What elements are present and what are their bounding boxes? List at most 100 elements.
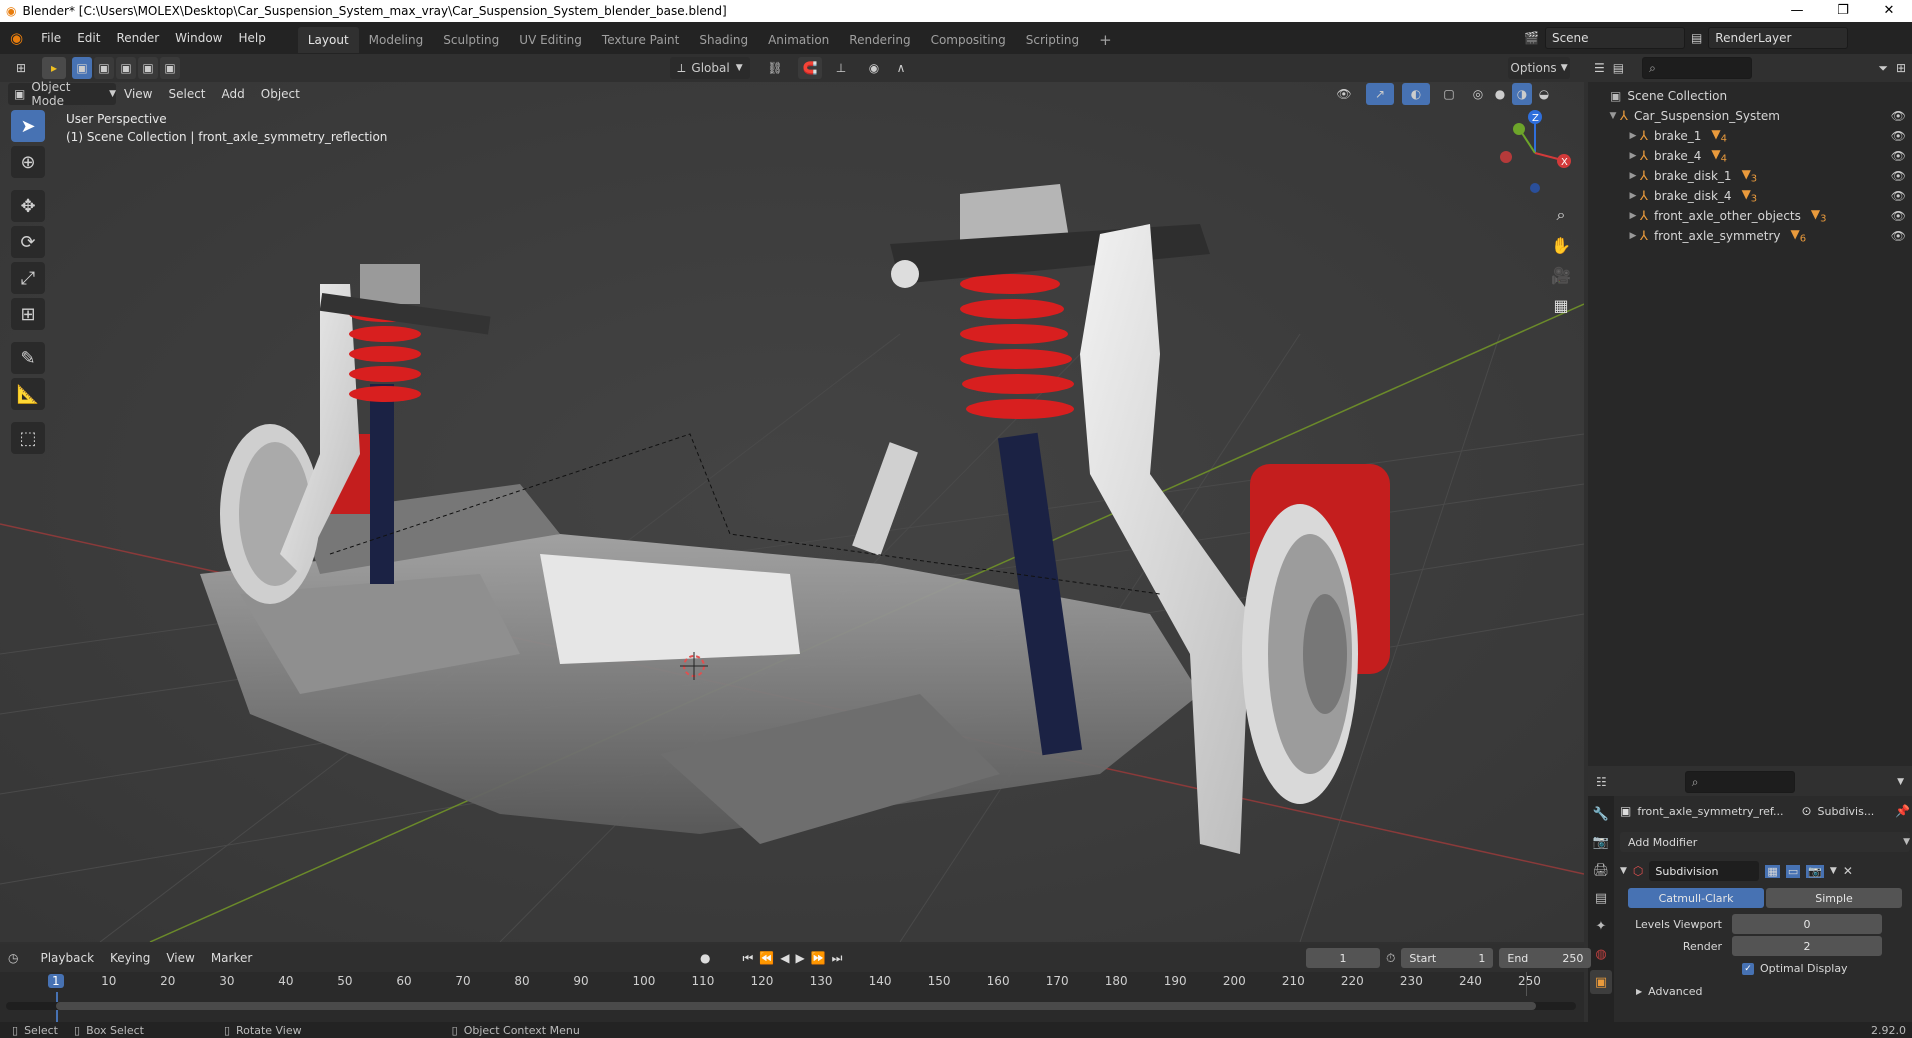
close-icon[interactable]: ✕ (1866, 0, 1912, 22)
eye-icon[interactable]: 👁 (1891, 169, 1906, 183)
rendered-shading-icon[interactable]: ◒ (1534, 83, 1554, 105)
material-shading-icon[interactable]: ◑ (1512, 83, 1532, 105)
navigation-gizmo[interactable]: Z X (1490, 108, 1580, 198)
properties-search-input[interactable]: ⌕ (1684, 771, 1795, 793)
menu-file[interactable]: File (33, 22, 69, 54)
move-tool-icon[interactable]: ✥ (11, 190, 45, 222)
expand-closed-icon[interactable]: ▶ (1626, 211, 1640, 221)
eye-icon[interactable]: 👁 (1891, 149, 1906, 163)
3d-viewport[interactable]: User Perspective (1) Scene Collection | … (0, 54, 1584, 942)
chevron-down-icon[interactable]: ▼ (1897, 777, 1904, 787)
menu-select[interactable]: Select (160, 82, 213, 106)
next-keyframe-icon[interactable]: ⏩ (811, 951, 826, 965)
blender-menu-icon[interactable]: ◉ (0, 29, 33, 47)
tab-layout[interactable]: Layout (297, 26, 359, 53)
scene-tab-icon[interactable]: ✦ (1590, 914, 1612, 938)
menu-timeline-view[interactable]: View (158, 944, 202, 972)
outliner-editor-icon[interactable]: ☰ (1594, 61, 1605, 75)
expand-closed-icon[interactable]: ▶ (1626, 231, 1640, 241)
options-dropdown[interactable]: Options ▼ (1508, 57, 1570, 79)
expand-closed-icon[interactable]: ▶ (1626, 151, 1640, 161)
display-mode-icon[interactable]: ▤ (1613, 61, 1624, 75)
wireframe-shading-icon[interactable]: ◎ (1468, 83, 1488, 105)
menu-object[interactable]: Object (253, 82, 308, 106)
outliner-item[interactable]: ▶ ⅄ front_axle_symmetry ▼6 👁 (1588, 226, 1912, 246)
select-subtract-icon[interactable]: ▣ (116, 57, 136, 79)
snap-target-icon[interactable]: ⊥ (826, 57, 856, 79)
annotate-tool-icon[interactable]: ✎ (11, 342, 45, 374)
tab-compositing[interactable]: Compositing (921, 27, 1016, 53)
expand-open-icon[interactable]: ▼ (1606, 111, 1620, 121)
scale-tool-icon[interactable]: ⤢ (11, 262, 45, 294)
viewport-toggle-icon[interactable]: ▭ (1785, 864, 1801, 878)
frame-ruler[interactable]: 1 10 20 30 40 50 60 70 80 90 100 110 120 130 140 150 160… (0, 972, 1584, 1022)
new-collection-icon[interactable]: ⊞ (1896, 61, 1906, 75)
tab-modeling[interactable]: Modeling (359, 27, 434, 53)
eye-icon[interactable]: 👁 (1891, 109, 1906, 123)
play-reverse-icon[interactable]: ◀ (780, 951, 789, 965)
render-levels-field[interactable]: 2 (1732, 936, 1882, 956)
outliner-collection[interactable]: ▼ ⅄ Car_Suspension_System 👁 (1588, 106, 1912, 126)
mode-dropdown[interactable]: ▣ Object Mode ▼ (8, 80, 116, 108)
timeline-track[interactable] (0, 996, 1584, 1022)
select-mode-icon[interactable]: ▸ (42, 57, 66, 79)
tab-rendering[interactable]: Rendering (839, 27, 920, 53)
menu-playback[interactable]: Playback (32, 944, 102, 972)
outliner-item[interactable]: ▶ ⅄ brake_disk_4 ▼3 👁 (1588, 186, 1912, 206)
expand-closed-icon[interactable]: ▶ (1626, 131, 1640, 141)
pan-hand-icon[interactable]: ✋ (1546, 230, 1576, 260)
measure-tool-icon[interactable]: 📐 (11, 378, 45, 410)
collapse-icon[interactable]: ▼ (1620, 866, 1627, 876)
tab-uv-editing[interactable]: UV Editing (509, 27, 592, 53)
world-tab-icon[interactable]: ◍ (1590, 942, 1612, 966)
scrollbar-thumb[interactable] (56, 1002, 1536, 1010)
tab-sculpting[interactable]: Sculpting (433, 27, 509, 53)
output-tab-icon[interactable]: 🖨 (1590, 858, 1612, 882)
menu-render[interactable]: Render (108, 22, 167, 54)
current-frame-field[interactable]: 1 (1306, 948, 1380, 968)
transform-tool-icon[interactable]: ⊞ (11, 298, 45, 330)
record-icon[interactable]: ● (700, 951, 710, 965)
gizmo-toggle-icon[interactable]: ↗ (1366, 83, 1394, 105)
tab-texture-paint[interactable]: Texture Paint (592, 27, 689, 53)
outliner-scene-collection[interactable]: ▣ Scene Collection (1588, 86, 1912, 106)
play-icon[interactable]: ▶ (795, 951, 804, 965)
simple-button[interactable]: Simple (1766, 888, 1902, 908)
outliner-item[interactable]: ▶ ⅄ brake_4 ▼4 👁 (1588, 146, 1912, 166)
menu-keying[interactable]: Keying (102, 944, 158, 972)
falloff-icon[interactable]: ∧ (888, 57, 914, 79)
eye-icon[interactable]: 👁 (1891, 189, 1906, 203)
menu-window[interactable]: Window (167, 22, 230, 54)
select-invert-icon[interactable]: ▣ (138, 57, 158, 79)
cursor-tool-icon[interactable]: ⊕ (11, 146, 45, 178)
edit-mode-toggle-icon[interactable]: ▦ (1765, 864, 1780, 878)
rotate-tool-icon[interactable]: ⟳ (11, 226, 45, 258)
advanced-subpanel[interactable]: ▶ Advanced (1620, 985, 1910, 998)
catmull-clark-button[interactable]: Catmull-Clark (1628, 888, 1764, 908)
end-frame-field[interactable]: End 250 (1499, 948, 1592, 968)
proportional-edit-icon[interactable]: ◉ (864, 57, 884, 79)
ortho-grid-icon[interactable]: ▦ (1546, 290, 1576, 320)
select-new-icon[interactable]: ▣ (72, 57, 92, 79)
modifier-name-input[interactable]: Subdivision (1649, 861, 1760, 881)
select-intersect-icon[interactable]: ▣ (160, 57, 180, 79)
add-cube-tool-icon[interactable]: ⬚ (11, 422, 45, 454)
menu-help[interactable]: Help (231, 22, 274, 54)
tool-tab-icon[interactable]: 🔧 (1590, 802, 1612, 826)
view-layer-tab-icon[interactable]: ▤ (1590, 886, 1612, 910)
pin-icon[interactable]: 📌 (1895, 804, 1910, 818)
render-layer-selector[interactable]: RenderLayer (1708, 27, 1849, 49)
start-frame-field[interactable]: Start 1 (1401, 948, 1494, 968)
xray-icon[interactable]: ▢ (1438, 83, 1460, 105)
prev-keyframe-icon[interactable]: ⏪ (759, 951, 774, 965)
close-icon[interactable]: ✕ (1843, 864, 1853, 878)
filter-icon[interactable]: ⏷ (1878, 61, 1888, 76)
scene-selector[interactable]: Scene (1544, 27, 1685, 49)
outliner-item[interactable]: ▶ ⅄ brake_1 ▼4 👁 (1588, 126, 1912, 146)
menu-edit[interactable]: Edit (69, 22, 108, 54)
menu-add[interactable]: Add (214, 82, 253, 106)
tab-animation[interactable]: Animation (758, 27, 839, 53)
minimize-icon[interactable]: — (1774, 0, 1820, 22)
transform-orientation-dropdown[interactable]: ⟂ Global ▼ (670, 57, 750, 79)
eye-icon[interactable]: 👁 (1891, 129, 1906, 143)
